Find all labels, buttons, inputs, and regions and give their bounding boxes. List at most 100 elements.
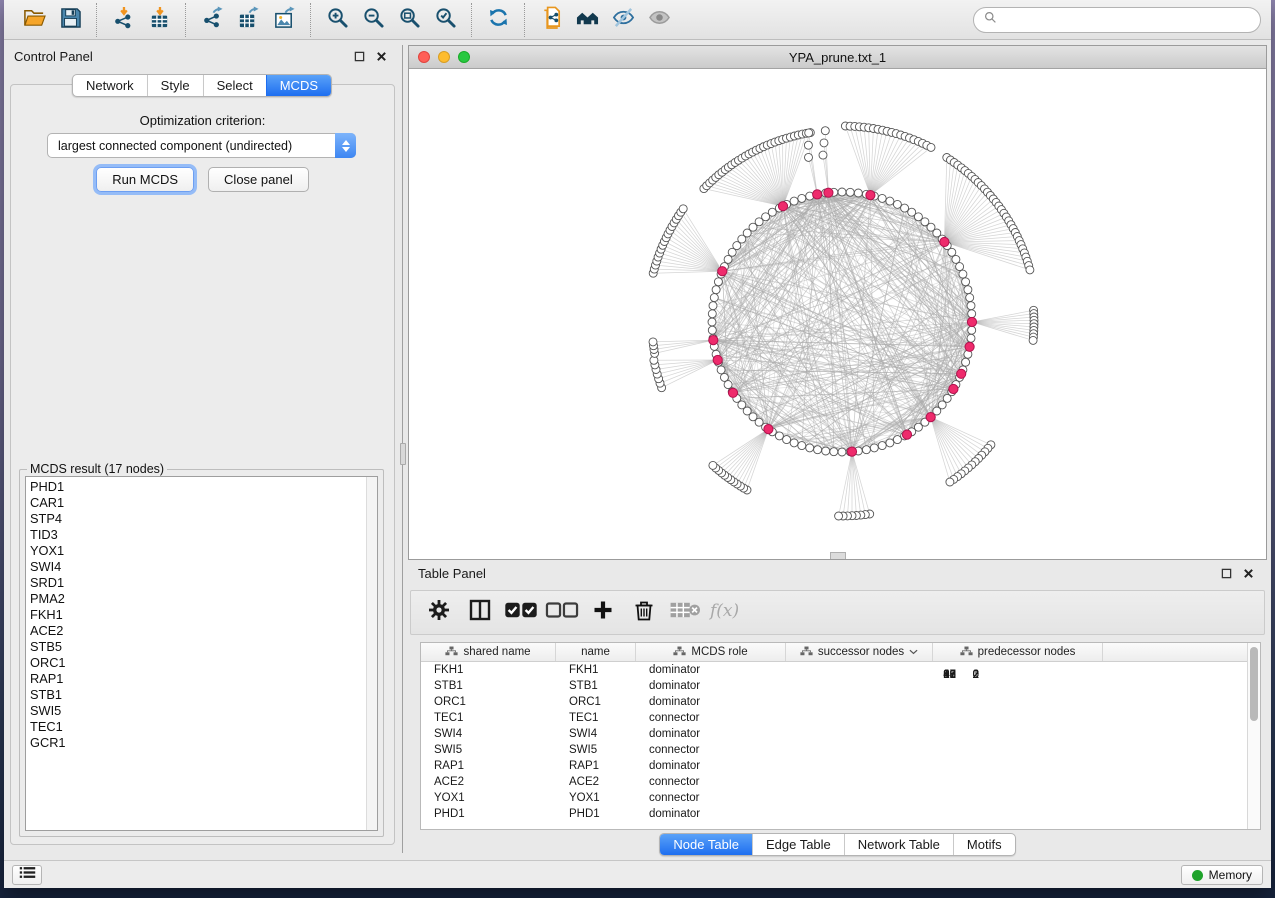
- search-input[interactable]: [1003, 13, 1250, 27]
- zoom-selected-button[interactable]: [430, 5, 460, 35]
- column-header-successor-nodes[interactable]: successor nodes: [786, 643, 933, 661]
- network-node[interactable]: [724, 255, 732, 263]
- network-node[interactable]: [901, 204, 909, 212]
- network-node[interactable]: [893, 200, 901, 208]
- network-node[interactable]: [854, 189, 862, 197]
- network-node[interactable]: [962, 358, 970, 366]
- mcds-result-item[interactable]: SRD1: [30, 575, 377, 591]
- network-node[interactable]: [966, 294, 974, 302]
- table-scrollbar[interactable]: [1247, 643, 1260, 829]
- mcds-result-item[interactable]: PHD1: [30, 479, 377, 495]
- network-node[interactable]: [821, 127, 829, 135]
- hub-node[interactable]: [940, 237, 949, 246]
- network-node[interactable]: [820, 139, 828, 147]
- network-node[interactable]: [798, 442, 806, 450]
- network-node[interactable]: [1029, 336, 1037, 344]
- network-node[interactable]: [717, 366, 725, 374]
- network-node[interactable]: [838, 188, 846, 196]
- network-node[interactable]: [952, 255, 960, 263]
- hub-node[interactable]: [949, 384, 958, 393]
- network-node[interactable]: [967, 334, 975, 342]
- export-image-button[interactable]: [269, 5, 299, 35]
- network-node[interactable]: [710, 294, 718, 302]
- tab-select[interactable]: Select: [203, 75, 266, 96]
- hub-node[interactable]: [847, 447, 856, 456]
- show-visibility-button[interactable]: [644, 5, 674, 35]
- task-history-button[interactable]: [12, 865, 42, 885]
- network-node[interactable]: [878, 194, 886, 202]
- network-node[interactable]: [814, 446, 822, 454]
- hub-node[interactable]: [866, 191, 875, 200]
- network-node[interactable]: [720, 373, 728, 381]
- open-folder-button[interactable]: [19, 5, 49, 35]
- mcds-result-item[interactable]: RAP1: [30, 671, 377, 687]
- network-node[interactable]: [967, 302, 975, 310]
- delete-column-button[interactable]: [630, 599, 658, 627]
- float-panel-icon[interactable]: [1217, 565, 1235, 581]
- hub-node[interactable]: [728, 388, 737, 397]
- zoom-in-button[interactable]: [322, 5, 352, 35]
- close-panel-button[interactable]: Close panel: [208, 167, 309, 192]
- run-mcds-button[interactable]: Run MCDS: [96, 167, 194, 192]
- close-panel-icon[interactable]: [372, 48, 390, 64]
- hub-node[interactable]: [957, 369, 966, 378]
- network-node[interactable]: [968, 310, 976, 318]
- tab-node-table[interactable]: Node Table: [660, 834, 752, 855]
- mcds-result-listbox[interactable]: PHD1CAR1STP4TID3YOX1SWI4SRD1PMA2FKH1ACE2…: [25, 476, 378, 831]
- hub-node[interactable]: [713, 355, 722, 364]
- network-node[interactable]: [948, 248, 956, 256]
- tab-mcds[interactable]: MCDS: [266, 75, 331, 96]
- network-node[interactable]: [708, 310, 716, 318]
- column-header-MCDS-role[interactable]: MCDS role: [636, 643, 786, 661]
- export-table-button[interactable]: [233, 5, 263, 35]
- network-node[interactable]: [679, 205, 687, 213]
- tab-motifs[interactable]: Motifs: [953, 834, 1015, 855]
- mcds-result-item[interactable]: CAR1: [30, 495, 377, 511]
- refresh-button[interactable]: [483, 5, 513, 35]
- network-node[interactable]: [798, 194, 806, 202]
- hub-node[interactable]: [967, 317, 976, 326]
- hub-node[interactable]: [764, 425, 773, 434]
- network-node[interactable]: [959, 270, 967, 278]
- toolbar-search[interactable]: [973, 7, 1261, 33]
- mcds-result-item[interactable]: SWI5: [30, 703, 377, 719]
- split-view-button[interactable]: [466, 599, 494, 627]
- zoom-fit-button[interactable]: [394, 5, 424, 35]
- doc-network-button[interactable]: [536, 5, 566, 35]
- mcds-result-item[interactable]: STB5: [30, 639, 377, 655]
- mcds-result-item[interactable]: ORC1: [30, 655, 377, 671]
- import-network-button[interactable]: [108, 5, 138, 35]
- network-window-titlebar[interactable]: YPA_prune.txt_1: [409, 46, 1266, 69]
- close-panel-icon[interactable]: [1239, 565, 1257, 581]
- mcds-result-item[interactable]: TEC1: [30, 719, 377, 735]
- save-button[interactable]: [55, 5, 85, 35]
- column-header-predecessor-nodes[interactable]: predecessor nodes: [933, 643, 1103, 661]
- network-node[interactable]: [1026, 266, 1034, 274]
- network-node[interactable]: [956, 263, 964, 271]
- memory-button[interactable]: Memory: [1181, 865, 1263, 885]
- import-table-button[interactable]: [144, 5, 174, 35]
- table-scrollbar-thumb[interactable]: [1250, 647, 1258, 721]
- hub-node[interactable]: [926, 413, 935, 422]
- mcds-result-item[interactable]: TID3: [30, 527, 377, 543]
- add-column-button[interactable]: [589, 599, 617, 627]
- table-row[interactable]: PHD1PHD1dominator180: [421, 806, 1247, 822]
- network-node[interactable]: [862, 446, 870, 454]
- mcds-result-item[interactable]: YOX1: [30, 543, 377, 559]
- network-node[interactable]: [819, 151, 827, 159]
- float-panel-icon[interactable]: [350, 48, 368, 64]
- network-node[interactable]: [724, 381, 732, 389]
- network-node[interactable]: [964, 286, 972, 294]
- network-node[interactable]: [649, 338, 657, 346]
- mcds-result-item[interactable]: ACE2: [30, 623, 377, 639]
- settings-button[interactable]: [425, 599, 453, 627]
- network-canvas[interactable]: [409, 69, 1266, 559]
- network-node[interactable]: [878, 442, 886, 450]
- network-node[interactable]: [968, 326, 976, 334]
- network-node[interactable]: [712, 286, 720, 294]
- hub-node[interactable]: [709, 336, 718, 345]
- export-network-button[interactable]: [197, 5, 227, 35]
- network-node[interactable]: [835, 512, 843, 520]
- network-node[interactable]: [790, 439, 798, 447]
- mcds-result-item[interactable]: GCR1: [30, 735, 377, 751]
